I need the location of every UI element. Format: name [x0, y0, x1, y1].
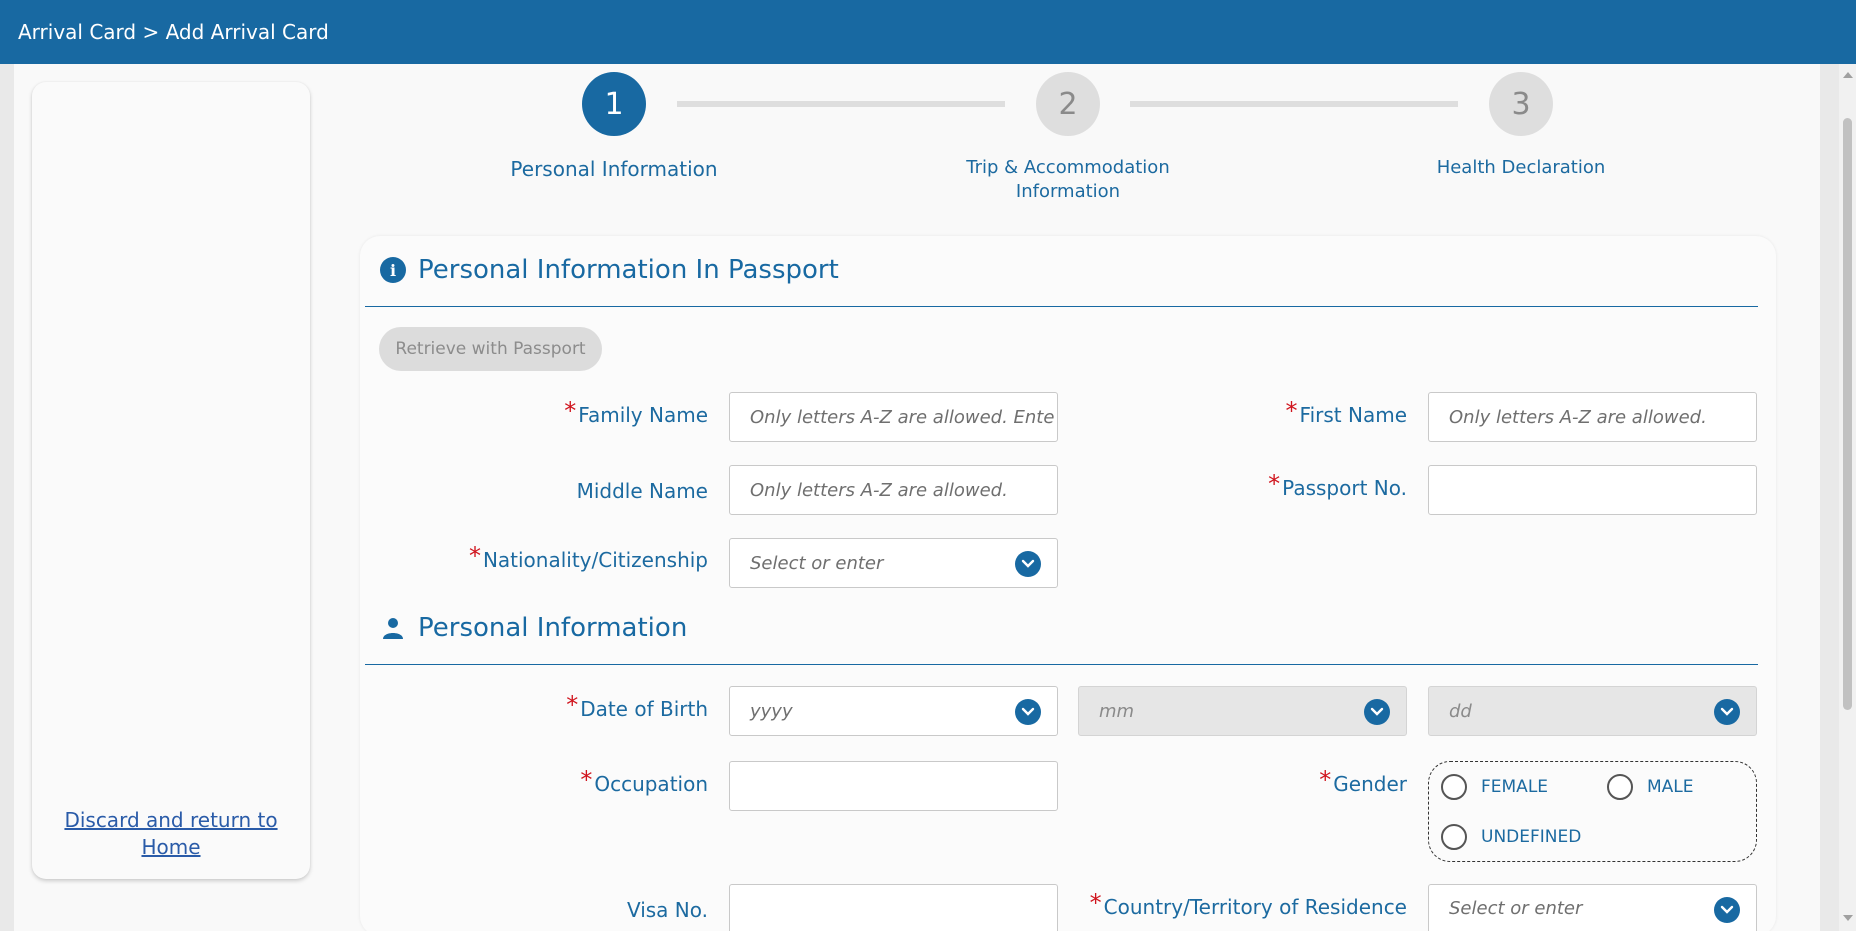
person-icon	[380, 615, 406, 641]
occupation-label: * Occupation	[580, 766, 708, 796]
occupation-input[interactable]	[729, 761, 1058, 811]
step-1-circle[interactable]: 1	[582, 72, 646, 136]
chevron-down-icon[interactable]	[1015, 699, 1041, 725]
retrieve-with-passport-button[interactable]: Retrieve with Passport	[379, 327, 602, 371]
discard-return-home-link[interactable]: Discard and return to Home	[32, 807, 310, 861]
scroll-up-arrow[interactable]	[1843, 72, 1853, 78]
nationality-label: * Nationality/Citizenship	[468, 542, 708, 572]
scroll-down-arrow[interactable]	[1843, 915, 1853, 921]
chevron-down-icon[interactable]	[1714, 897, 1740, 923]
personal-section-title: Personal Information	[380, 613, 687, 643]
gender-female-radio[interactable]: FEMALE	[1441, 774, 1548, 800]
step-connector-1-2	[677, 101, 1005, 107]
dob-year-select[interactable]: yyyy	[729, 686, 1058, 736]
step-1-label: Personal Information	[510, 157, 718, 181]
chevron-down-icon[interactable]	[1714, 699, 1740, 725]
app-header: Arrival Card > Add Arrival Card	[0, 0, 1856, 64]
nationality-select[interactable]: Select or enter	[729, 538, 1058, 588]
passport-no-input[interactable]	[1428, 465, 1757, 515]
step-3-label: Health Declaration	[1436, 157, 1606, 178]
scroll-thumb[interactable]	[1843, 118, 1852, 710]
breadcrumb: Arrival Card > Add Arrival Card	[18, 20, 329, 44]
step-3-circle[interactable]: 3	[1489, 72, 1553, 136]
middle-name-label: Middle Name	[576, 479, 708, 503]
step-2-circle[interactable]: 2	[1036, 72, 1100, 136]
chevron-down-icon[interactable]	[1015, 551, 1041, 577]
chevron-down-icon[interactable]	[1364, 699, 1390, 725]
section-divider	[365, 306, 1758, 307]
family-name-input[interactable]: Only letters A-Z are allowed. Ente	[729, 392, 1058, 442]
vertical-scrollbar[interactable]	[1839, 64, 1856, 931]
section-divider	[365, 664, 1758, 665]
dob-month-select[interactable]: mm	[1078, 686, 1407, 736]
family-name-label: * Family Name	[564, 397, 708, 427]
country-residence-select[interactable]: Select or enter	[1428, 884, 1757, 931]
gender-label: * Gender	[1319, 766, 1407, 796]
side-panel: Discard and return to Home	[32, 82, 310, 879]
gender-undefined-radio[interactable]: UNDEFINED	[1441, 824, 1581, 850]
gender-radio-group: FEMALE MALE UNDEFINED	[1428, 761, 1757, 862]
middle-name-input[interactable]: Only letters A-Z are allowed.	[729, 465, 1058, 515]
visa-no-input[interactable]	[729, 884, 1058, 931]
first-name-label: * First Name	[1285, 397, 1407, 427]
gender-male-radio[interactable]: MALE	[1607, 774, 1694, 800]
step-connector-2-3	[1130, 101, 1458, 107]
date-of-birth-label: * Date of Birth	[566, 691, 708, 721]
info-icon: i	[380, 257, 406, 283]
step-2-label: Trip & Accommodation Information	[966, 157, 1170, 202]
passport-no-label: * Passport No.	[1268, 470, 1407, 500]
passport-section-title: i Personal Information In Passport	[380, 255, 839, 285]
first-name-input[interactable]: Only letters A-Z are allowed.	[1428, 392, 1757, 442]
visa-no-label: Visa No.	[626, 898, 708, 922]
country-residence-label: * Country/Territory of Residence	[1089, 889, 1407, 919]
dob-day-select[interactable]: dd	[1428, 686, 1757, 736]
